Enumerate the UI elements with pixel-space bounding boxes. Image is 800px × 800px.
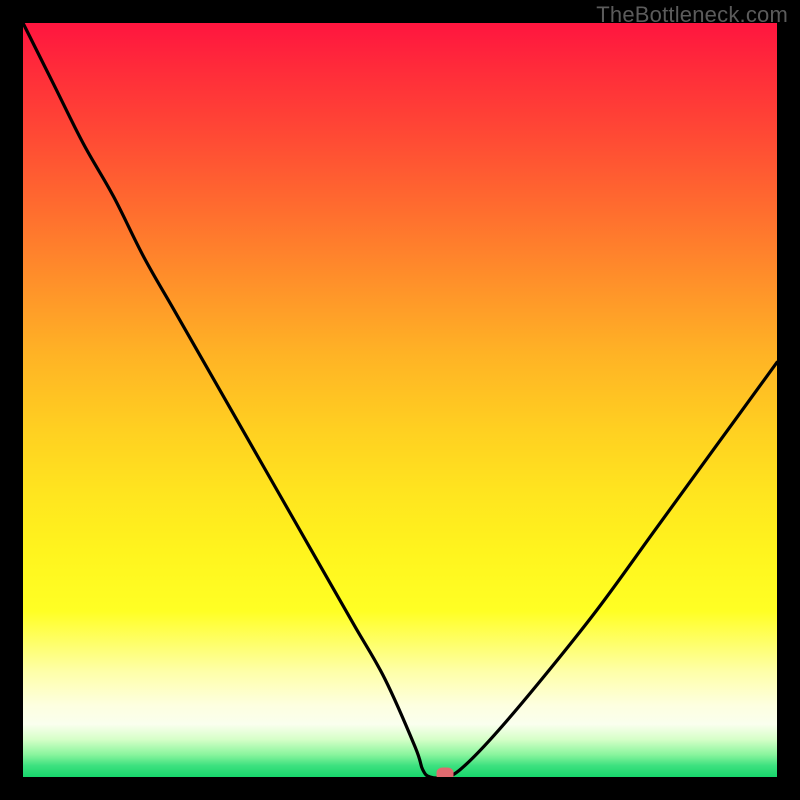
watermark-text: TheBottleneck.com — [596, 2, 788, 28]
bottleneck-curve — [23, 23, 777, 777]
chart-frame: TheBottleneck.com — [0, 0, 800, 800]
plot-area — [23, 23, 777, 777]
optimal-point-marker — [437, 768, 454, 778]
